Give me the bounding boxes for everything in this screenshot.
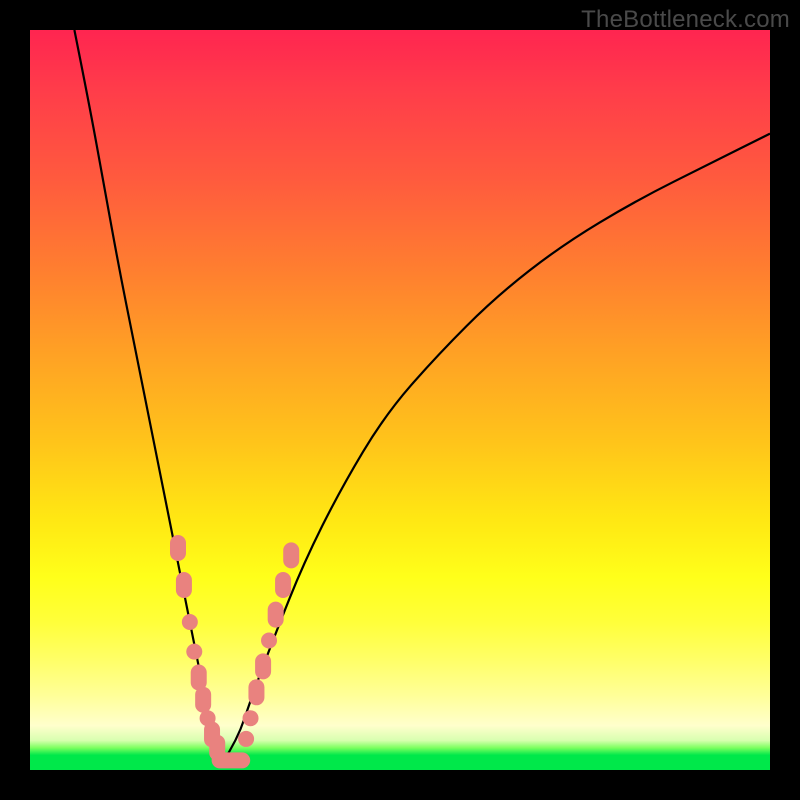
- data-marker: [186, 644, 202, 660]
- data-marker: [248, 679, 264, 705]
- data-marker: [261, 633, 277, 649]
- data-marker: [176, 572, 192, 598]
- data-marker: [275, 572, 291, 598]
- data-marker: [170, 535, 186, 561]
- data-marker: [224, 752, 250, 768]
- data-marker: [243, 710, 259, 726]
- data-marker: [182, 614, 198, 630]
- data-marker: [283, 542, 299, 568]
- data-marker: [191, 665, 207, 691]
- data-marker: [268, 602, 284, 628]
- plot-area: [30, 30, 770, 770]
- chart-frame: TheBottleneck.com: [0, 0, 800, 800]
- data-marker: [255, 653, 271, 679]
- marker-group: [170, 535, 299, 768]
- curve-layer: [30, 30, 770, 770]
- curve-right-arm: [222, 134, 770, 763]
- data-marker: [238, 731, 254, 747]
- data-marker: [195, 687, 211, 713]
